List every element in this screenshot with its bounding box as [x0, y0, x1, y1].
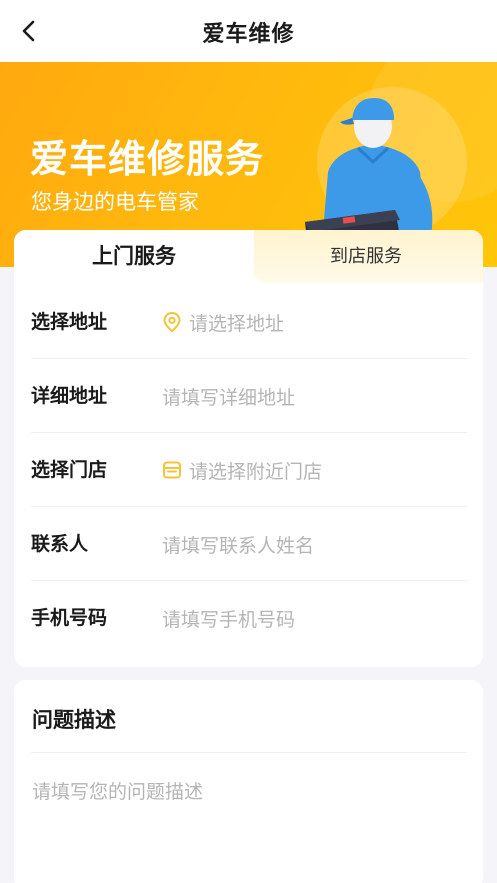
phone-input[interactable]: 请填写手机号码: [162, 581, 295, 655]
store-placeholder: 请选择附近门店: [189, 460, 323, 483]
page-title: 爱车维修: [202, 22, 295, 47]
problem-description-card: 问题描述 请填写您的问题描述: [14, 680, 483, 883]
store-icon: [163, 461, 181, 479]
tab-store-service[interactable]: 到店服务: [249, 230, 483, 283]
nav-bar: 爱车维修: [0, 0, 497, 62]
banner-subtitle: 您身边的电车管家: [31, 190, 199, 214]
detail-address-input[interactable]: 请填写详细地址: [162, 359, 295, 433]
tab-home-service[interactable]: 上门服务: [14, 230, 254, 283]
contact-input[interactable]: 请填写联系人姓名: [162, 507, 314, 581]
phone-row: 手机号码 请填写手机号码: [31, 581, 467, 655]
detail-address-placeholder: 请填写详细地址: [162, 386, 296, 409]
location-pin-icon: [163, 311, 181, 333]
contact-placeholder: 请填写联系人姓名: [162, 534, 315, 557]
store-select[interactable]: 请选择附近门店: [162, 433, 322, 507]
store-select-row[interactable]: 选择门店 请选择附近门店: [31, 433, 467, 507]
contact-label: 联系人: [31, 533, 89, 555]
contact-row: 联系人 请填写联系人姓名: [31, 507, 467, 581]
divider: [31, 752, 466, 753]
address-select-row[interactable]: 选择地址 请选择地址: [31, 285, 467, 359]
problem-description-textarea[interactable]: 请填写您的问题描述: [32, 777, 203, 804]
banner-headline: 爱车维修服务: [30, 137, 265, 181]
service-tabs: 到店服务 上门服务: [14, 230, 483, 283]
phone-label: 手机号码: [31, 607, 108, 629]
phone-placeholder: 请填写手机号码: [162, 608, 296, 631]
service-form-card: 到店服务 上门服务 选择地址 请选择地址 详细地址 请填写详细地址 选择门店 请…: [14, 230, 483, 667]
address-label: 选择地址: [31, 311, 108, 333]
store-label: 选择门店: [31, 459, 108, 481]
problem-description-title: 问题描述: [32, 708, 116, 732]
address-placeholder: 请选择地址: [189, 312, 285, 335]
detail-address-row: 详细地址 请填写详细地址: [31, 359, 467, 433]
detail-address-label: 详细地址: [31, 385, 108, 407]
address-select[interactable]: 请选择地址: [162, 285, 284, 359]
